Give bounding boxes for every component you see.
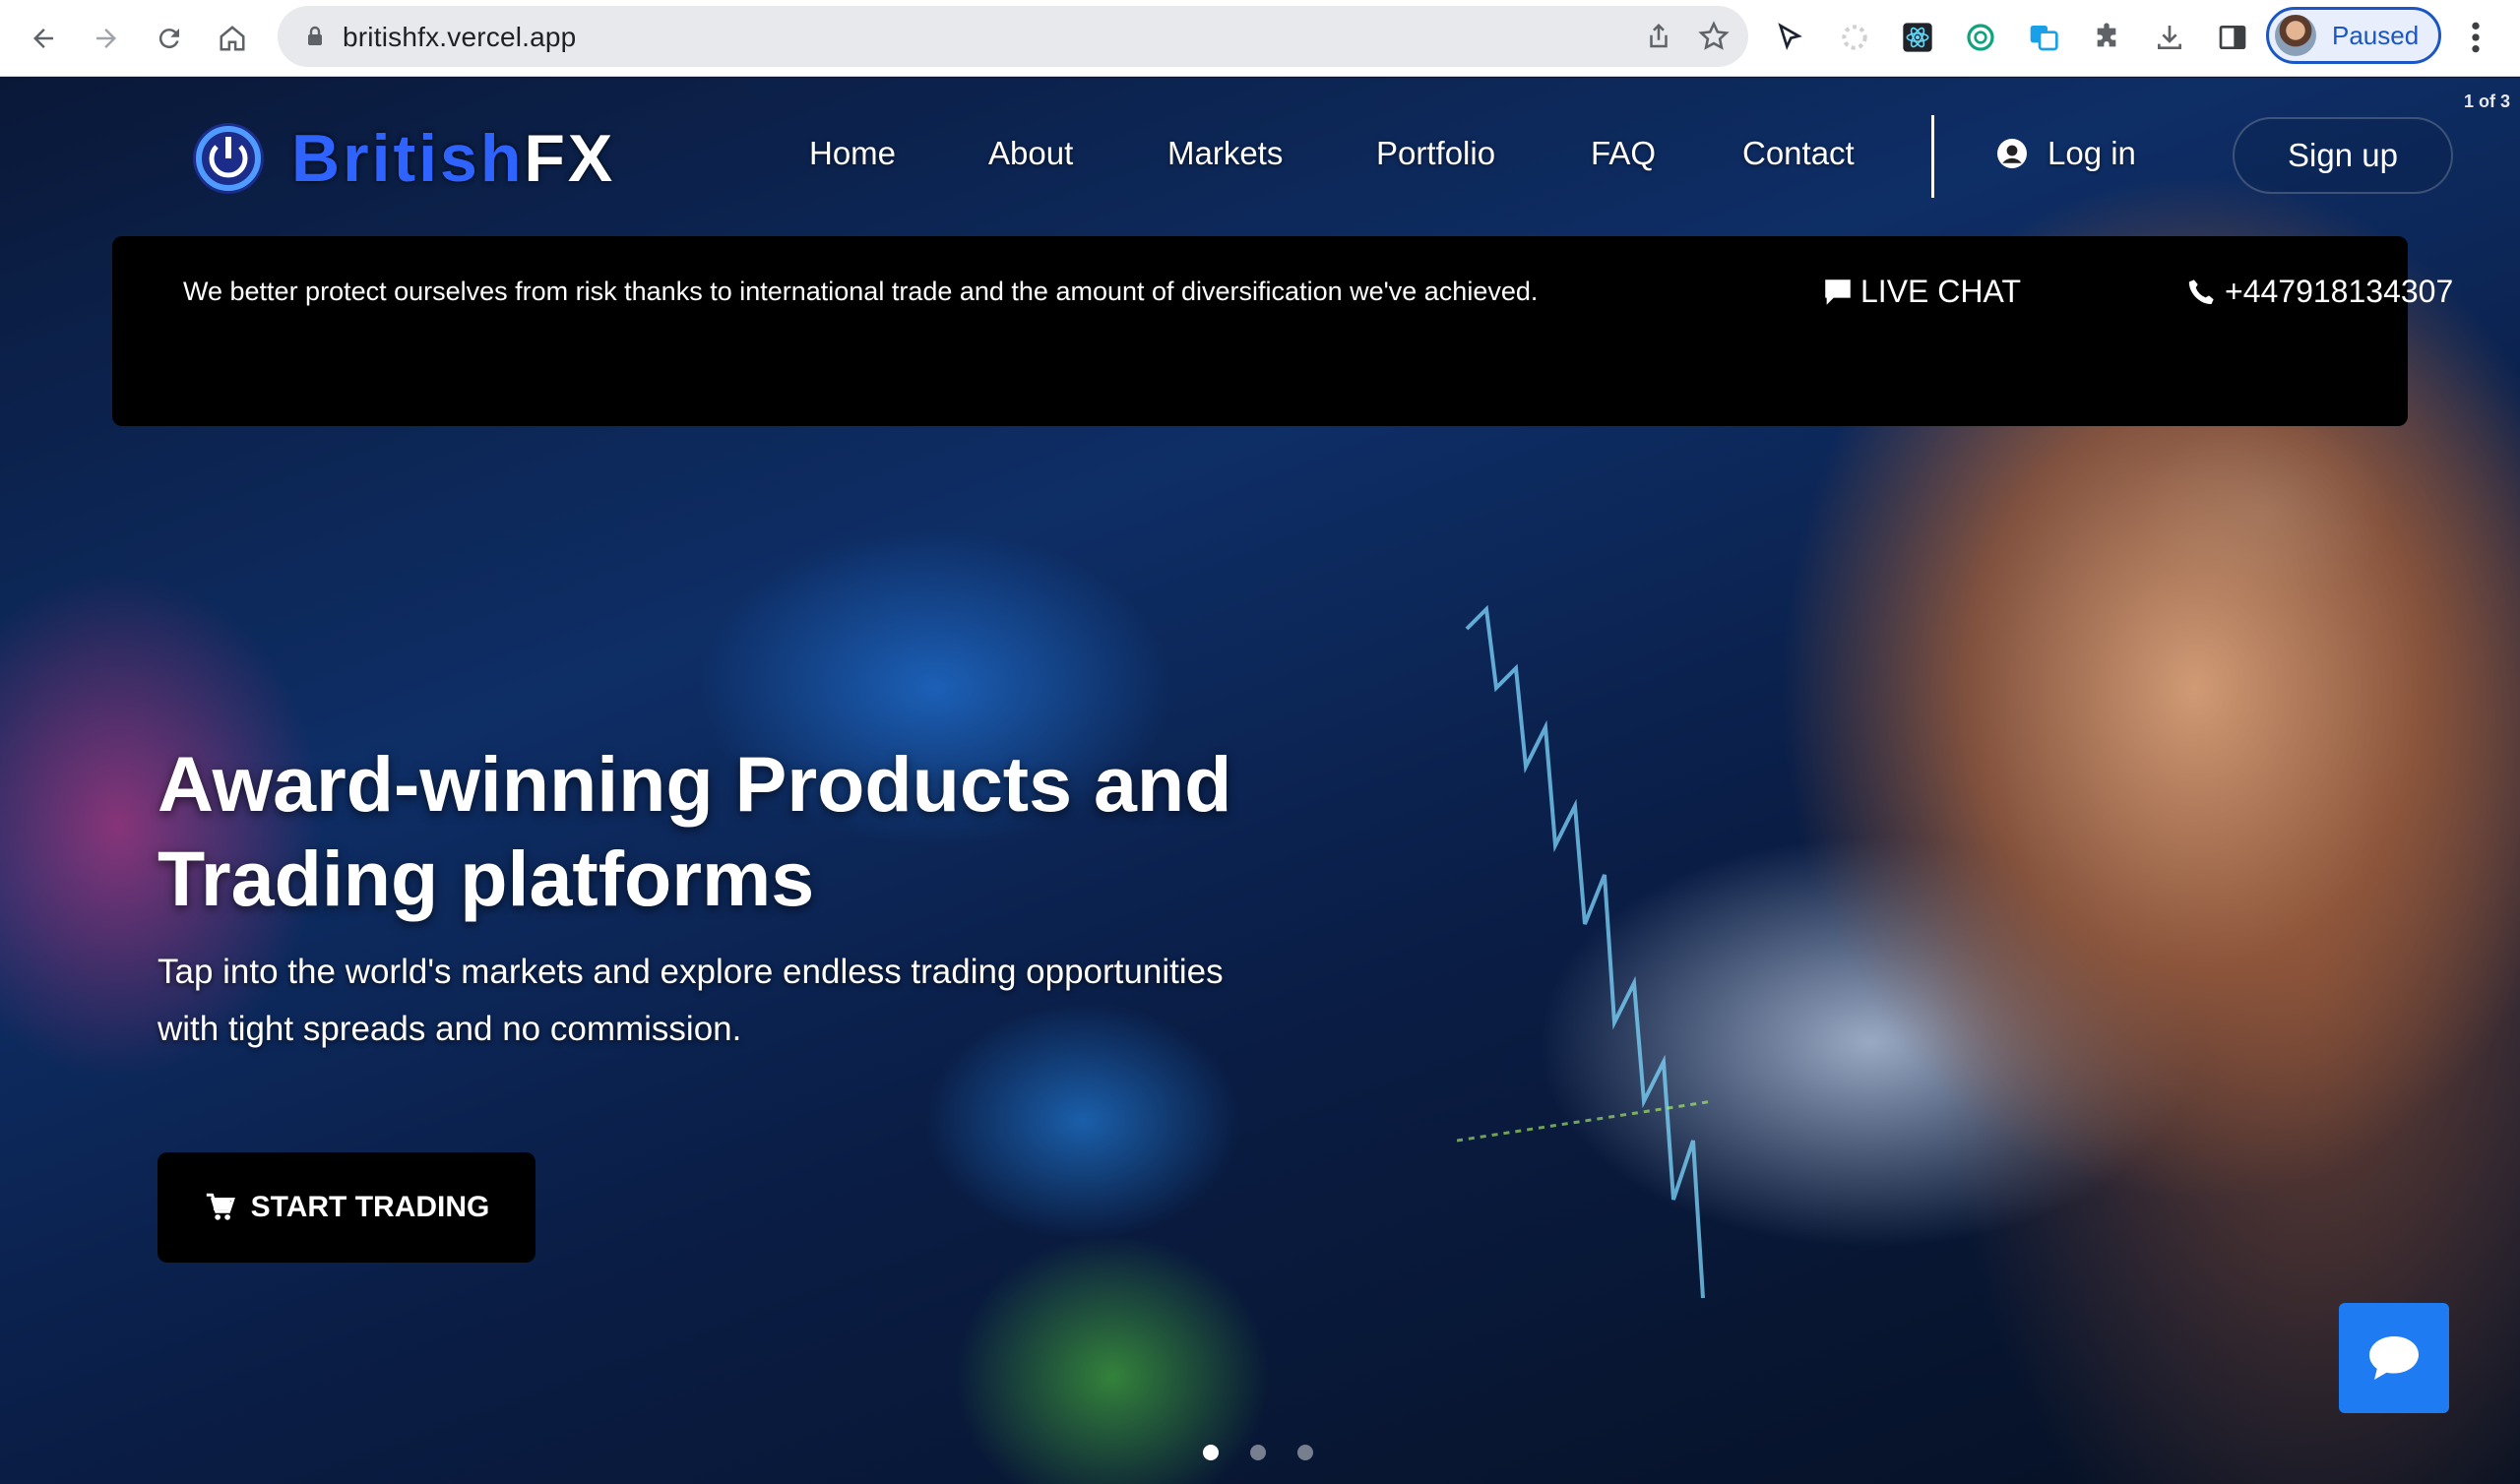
extension-cursor[interactable] (1772, 20, 1807, 55)
extension-translate[interactable] (2026, 20, 2061, 55)
avatar (2275, 15, 2316, 56)
downloads-button[interactable] (2152, 20, 2187, 55)
nav-about[interactable]: About (988, 135, 1073, 172)
signup-button[interactable]: Sign up (2233, 117, 2453, 194)
nav-divider (1931, 115, 1934, 198)
slide-counter: 1 of 3 (2463, 92, 2510, 111)
carousel-dot-3[interactable] (1297, 1445, 1313, 1460)
arrow-left-icon (33, 29, 53, 48)
nav-faq[interactable]: FAQ (1591, 135, 1656, 172)
phone-link[interactable]: +447918134307 (2185, 274, 2453, 310)
extension-react-devtools[interactable] (1900, 20, 1935, 55)
chat-widget-button[interactable] (2339, 1303, 2449, 1413)
cart-icon (206, 1193, 235, 1220)
profile-chip[interactable]: Paused (2266, 7, 2441, 64)
swirl-icon (1967, 24, 1994, 51)
profile-status: Paused (2332, 20, 2420, 50)
user-circle-icon (1997, 139, 2027, 168)
spinner-icon (1842, 25, 1867, 50)
home-button[interactable] (209, 15, 256, 62)
extensions-button[interactable] (2089, 20, 2124, 55)
power-logo-icon (193, 123, 264, 194)
hero-title-line1: Award-winning Products and (158, 740, 1232, 828)
hero-title-line2: Trading platforms (158, 835, 815, 922)
live-chat-link[interactable]: LIVE CHAT (1821, 274, 2021, 310)
chat-bubble-icon (1825, 278, 1851, 305)
brand-name-part2: FX (524, 121, 616, 196)
carousel-dot-1[interactable] (1203, 1445, 1219, 1460)
hero-subtitle-line2: with tight spreads and no commission. (158, 1010, 742, 1048)
brand-logo[interactable]: BritishFX (187, 117, 615, 200)
nav-contact[interactable]: Contact (1742, 135, 1855, 172)
extension-openai[interactable] (1963, 20, 1998, 55)
hero-subtitle-line1: Tap into the world's markets and explore… (158, 953, 1224, 991)
browser-toolbar: britishfx.vercel.app Paused (0, 0, 2520, 77)
hero-section: BritishFX Home About Markets Portfolio F… (0, 78, 2520, 1484)
puzzle-icon (2097, 23, 2116, 47)
url-text: britishfx.vercel.app (343, 22, 577, 52)
start-trading-label: START TRADING (250, 1191, 490, 1223)
download-icon (2158, 26, 2181, 49)
hero-title: Award-winning Products and Trading platf… (158, 737, 1437, 926)
arrow-right-icon (96, 29, 116, 48)
login-label: Log in (2048, 135, 2136, 171)
carousel-dot-2[interactable] (1250, 1445, 1266, 1460)
side-panel-icon (2219, 26, 2246, 49)
carousel-indicators (1203, 1445, 1313, 1460)
reload-button[interactable] (146, 15, 193, 62)
brand-name: BritishFX (291, 120, 615, 197)
start-trading-button[interactable]: START TRADING (158, 1152, 536, 1263)
info-bar-message: We better protect ourselves from risk th… (183, 277, 1539, 306)
phone-icon (2188, 278, 2214, 304)
more-menu-icon[interactable] (2461, 18, 2490, 57)
phone-number: +447918134307 (2225, 274, 2454, 309)
nav-home[interactable]: Home (809, 135, 896, 172)
home-icon (220, 26, 245, 51)
hero-chart-illustration (1457, 604, 1713, 1299)
forward-button[interactable] (83, 15, 130, 62)
extension-loader[interactable] (1837, 20, 1872, 55)
side-panel-button[interactable] (2215, 20, 2250, 55)
back-button[interactable] (20, 15, 67, 62)
react-icon (1903, 23, 1932, 52)
address-bar[interactable]: britishfx.vercel.app (278, 6, 1748, 67)
login-link[interactable]: Log in (1994, 135, 2136, 172)
cursor-arrow-icon (1778, 23, 1802, 51)
lock-icon (308, 26, 322, 45)
translate-icon (2030, 26, 2058, 51)
hero-subtitle: Tap into the world's markets and explore… (158, 944, 1339, 1058)
chat-icon (2369, 1336, 2419, 1380)
site-header: BritishFX Home About Markets Portfolio F… (0, 78, 2520, 235)
info-bar: We better protect ourselves from risk th… (112, 236, 2453, 426)
nav-markets[interactable]: Markets (1167, 135, 1283, 172)
bookmark-star-icon[interactable] (1697, 20, 1731, 53)
reload-icon (158, 29, 179, 49)
share-icon[interactable] (1644, 22, 1673, 51)
nav-portfolio[interactable]: Portfolio (1376, 135, 1495, 172)
brand-name-part1: British (291, 121, 525, 196)
live-chat-label: LIVE CHAT (1860, 274, 2021, 309)
